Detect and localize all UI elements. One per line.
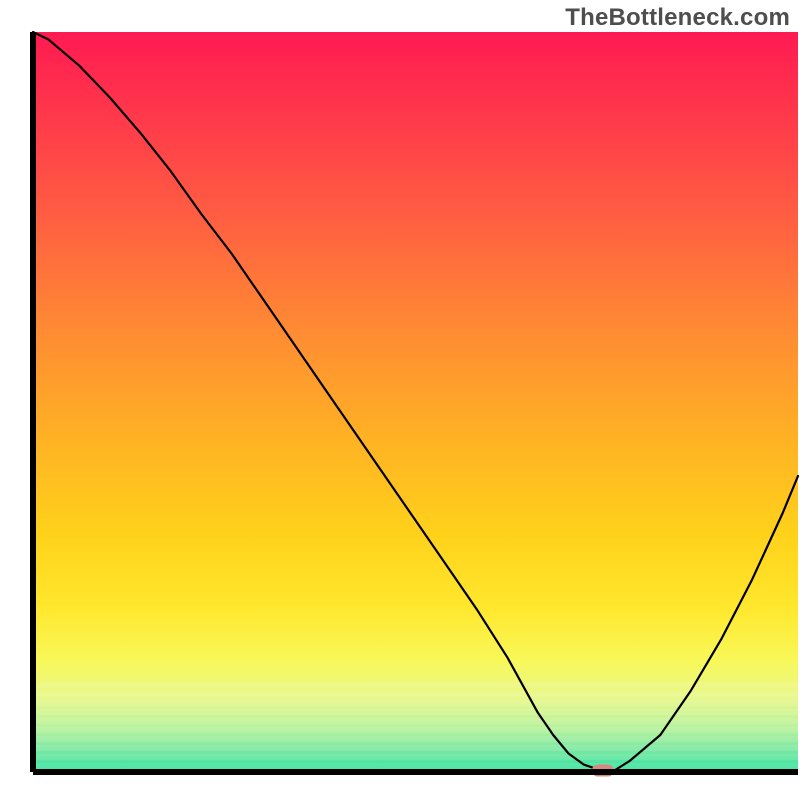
gradient-band bbox=[33, 718, 798, 724]
chart-container: TheBottleneck.com bbox=[0, 0, 800, 800]
bottleneck-chart bbox=[0, 0, 800, 800]
gradient-band bbox=[33, 709, 798, 715]
gradient-band bbox=[33, 763, 798, 769]
watermark-text: TheBottleneck.com bbox=[565, 4, 790, 32]
gradient-band bbox=[33, 745, 798, 751]
gradient-band bbox=[33, 682, 798, 688]
gradient-band bbox=[33, 736, 798, 742]
gradient-band bbox=[33, 754, 798, 760]
gradient-band bbox=[33, 727, 798, 733]
gradient-band bbox=[33, 691, 798, 697]
